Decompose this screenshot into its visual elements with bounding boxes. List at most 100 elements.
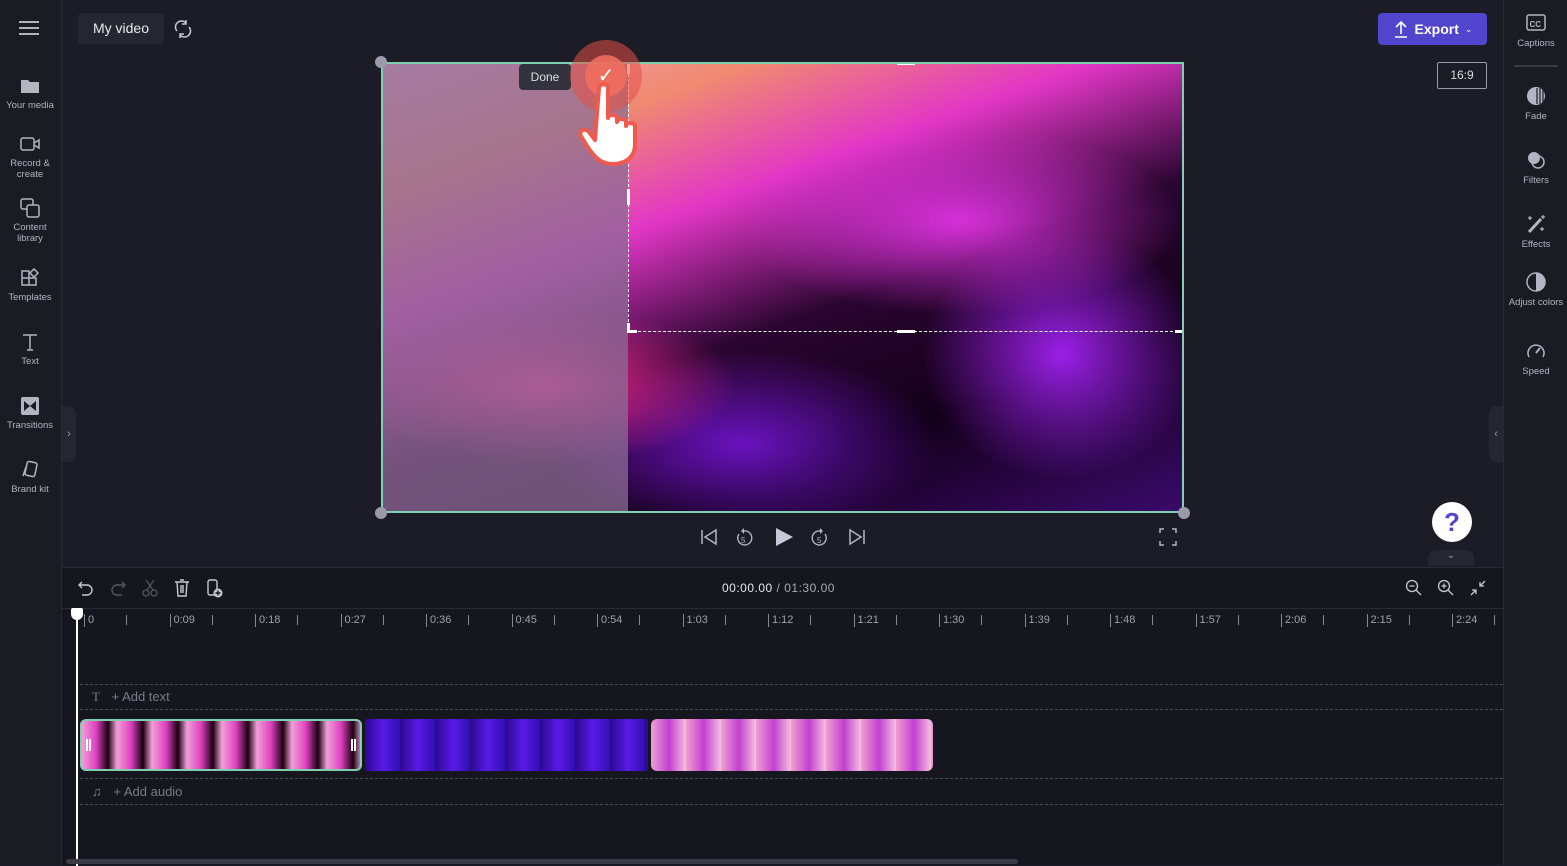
ruler-label: 0:36	[426, 614, 451, 627]
ruler-minor-tick	[1237, 615, 1239, 625]
right-sidebar: CC Captions Fade Filters Effects Adjust …	[1503, 0, 1567, 865]
aspect-ratio-button[interactable]: 16:9	[1437, 62, 1487, 89]
video-camera-icon	[20, 137, 40, 151]
effects-icon	[1527, 215, 1545, 234]
sidebar-item-label: Captions	[1517, 38, 1555, 49]
ruler-label: 1:03	[682, 614, 708, 627]
skip-to-end-icon[interactable]	[846, 526, 868, 548]
svg-text:5: 5	[817, 536, 822, 545]
crop-area[interactable]	[627, 64, 1182, 333]
fullscreen-icon[interactable]	[1157, 526, 1179, 548]
sidebar-item-fade[interactable]: Fade	[1504, 85, 1567, 122]
chevron-down-icon: ⌄	[1464, 23, 1473, 34]
sidebar-item-label: Transitions	[6, 420, 54, 431]
expand-left-panel-button[interactable]: ›	[62, 406, 76, 462]
text-track[interactable]: T + Add text	[80, 684, 1503, 710]
expand-right-panel-button[interactable]: ‹	[1489, 406, 1503, 462]
ruler-minor-tick	[1494, 615, 1495, 625]
video-clip-1-selected[interactable]	[80, 719, 362, 771]
rewind-5-seconds-icon[interactable]: 5	[733, 526, 755, 548]
music-note-icon: ♫	[92, 784, 102, 799]
delete-trash-icon[interactable]	[172, 578, 192, 598]
sidebar-item-templates[interactable]: Templates	[0, 268, 60, 303]
ruler-label: 1:48	[1110, 614, 1135, 627]
total-time: 01:30.00	[784, 581, 835, 595]
skip-to-start-icon[interactable]	[698, 526, 720, 548]
sidebar-item-label: Your media	[6, 100, 54, 111]
sidebar-item-label: Templates	[8, 292, 52, 303]
resize-handle-bottom-right[interactable]	[1178, 507, 1190, 519]
resize-handle-bottom-left[interactable]	[375, 507, 387, 519]
speed-icon	[1527, 344, 1545, 358]
ruler-minor-tick	[639, 615, 640, 625]
forward-5-seconds-icon[interactable]: 5	[809, 526, 831, 548]
timeline-horizontal-scrollbar[interactable]	[66, 859, 1018, 864]
collapse-preview-chevron-icon[interactable]: ⌄	[1428, 550, 1474, 566]
ruler-label: 2:06	[1281, 614, 1306, 627]
project-title[interactable]: My video	[78, 13, 164, 44]
split-scissors-icon[interactable]	[140, 578, 160, 598]
sidebar-item-text[interactable]: Text	[0, 332, 60, 367]
ruler-minor-tick	[981, 615, 982, 625]
folder-icon	[21, 80, 39, 93]
sidebar-item-adjust-colors[interactable]: Adjust colors	[1504, 271, 1567, 308]
video-clip-3[interactable]	[651, 719, 933, 771]
export-button[interactable]: Export ⌄	[1378, 13, 1487, 45]
audio-track[interactable]: ♫ + Add audio	[80, 778, 1503, 805]
captions-icon: CC	[1526, 14, 1546, 31]
clip-trim-handle-left[interactable]	[86, 739, 91, 751]
sidebar-item-label: Content library	[13, 222, 47, 244]
redo-icon[interactable]	[108, 578, 128, 598]
hamburger-menu-icon[interactable]	[19, 20, 39, 36]
playhead[interactable]	[76, 608, 78, 866]
video-preview-canvas[interactable]	[381, 62, 1184, 513]
timecode: 00:00.00 / 01:30.00	[722, 581, 835, 595]
ruler-minor-tick	[382, 615, 384, 625]
sidebar-item-label: Effects	[1521, 239, 1551, 250]
duplicate-add-icon[interactable]	[204, 578, 224, 598]
text-icon	[23, 334, 37, 351]
adjust-colors-icon	[1526, 272, 1546, 292]
text-icon: T	[92, 689, 100, 704]
add-text-button[interactable]: + Add text	[112, 689, 170, 704]
ruler-label: 2:24	[1452, 614, 1477, 627]
sidebar-item-speed[interactable]: Speed	[1504, 340, 1567, 377]
fit-to-window-icon[interactable]	[1468, 578, 1488, 598]
add-audio-button[interactable]: + Add audio	[113, 784, 182, 799]
time-separator: /	[772, 581, 785, 595]
sidebar-item-record-create[interactable]: Record & create	[0, 134, 60, 180]
play-button[interactable]	[773, 526, 795, 548]
undo-icon[interactable]	[76, 578, 96, 598]
export-label: Export	[1414, 21, 1459, 37]
svg-text:CC: CC	[1530, 20, 1542, 29]
zoom-out-icon[interactable]	[1404, 578, 1424, 598]
sidebar-item-your-media[interactable]: Your media	[0, 76, 60, 111]
help-button[interactable]: ?	[1432, 502, 1472, 542]
ruler-minor-tick	[1408, 615, 1410, 625]
playhead-handle[interactable]	[71, 608, 83, 620]
sidebar-item-transitions[interactable]: Transitions	[0, 396, 60, 431]
ruler-label: 0:45	[511, 614, 537, 627]
ruler-label: 0	[84, 614, 94, 627]
ruler-label: 2:15	[1366, 614, 1392, 627]
ruler-label: 1:30	[939, 614, 964, 627]
sidebar-item-effects[interactable]: Effects	[1504, 213, 1567, 250]
timeline-ruler[interactable]: 0 0:09 0:18 0:27 0:36 0:45 0:54 1:03 1:12 1:21 1:3…	[62, 608, 1503, 632]
sidebar-item-label: Filters	[1523, 175, 1549, 186]
sidebar-item-label: Text	[21, 356, 39, 367]
fade-icon	[1527, 87, 1545, 105]
sidebar-item-label: Fade	[1525, 111, 1547, 122]
video-clip-2[interactable]	[365, 719, 648, 771]
sidebar-item-content-library[interactable]: Content library	[0, 198, 60, 244]
sidebar-item-label: Speed	[1522, 366, 1550, 377]
sidebar-item-captions[interactable]: CC Captions	[1504, 12, 1567, 49]
ruler-label: 1:21	[853, 614, 879, 627]
resize-handle-top-left[interactable]	[375, 56, 387, 68]
ruler-minor-tick	[297, 615, 298, 625]
sidebar-item-brand-kit[interactable]: Brand kit	[0, 460, 60, 495]
zoom-in-icon[interactable]	[1436, 578, 1456, 598]
clip-trim-handle-right[interactable]	[351, 739, 356, 751]
ruler-label: 1:57	[1195, 614, 1221, 627]
sync-icon[interactable]	[172, 18, 194, 40]
sidebar-item-filters[interactable]: Filters	[1504, 149, 1567, 186]
